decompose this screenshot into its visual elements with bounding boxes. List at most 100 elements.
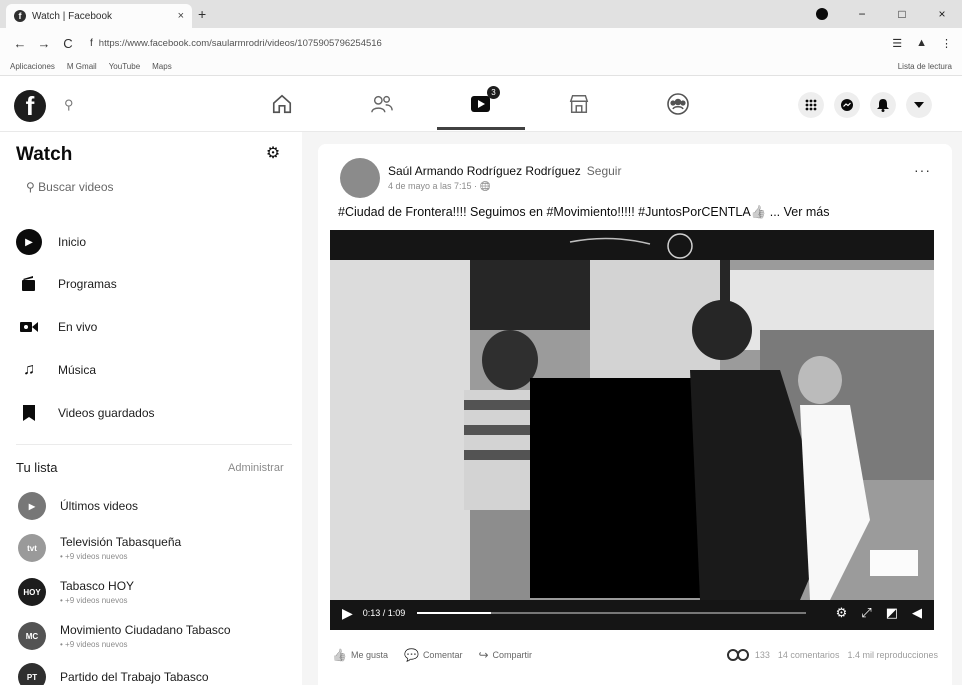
comments-count[interactable]: 14 comentarios (778, 650, 840, 660)
back-button[interactable]: ← (10, 36, 30, 51)
sidebar-item-inicio[interactable]: ▶ Inicio (16, 224, 86, 260)
home-icon[interactable] (268, 90, 296, 118)
reactions-icon[interactable] (726, 649, 749, 661)
url-text: https://www.facebook.com/saularmrodri/vi… (98, 37, 382, 49)
like-button[interactable]: 👍 Me gusta (332, 648, 388, 662)
sidebar-item-label: Videos guardados (58, 406, 155, 420)
sidebar-divider (16, 444, 292, 445)
messenger-icon[interactable] (834, 92, 860, 118)
live-icon (16, 314, 42, 340)
sidebar-item-label: Programas (58, 277, 117, 291)
search-icon[interactable]: ⚲ (64, 97, 74, 113)
reading-mode-icon[interactable]: ☰ (892, 37, 902, 50)
reading-list[interactable]: Lista de lectura (898, 62, 952, 71)
watch-feed: Saúl Armando Rodríguez Rodríguez Seguir 4… (302, 132, 962, 685)
post-date[interactable]: 4 de mayo a las 7:15 · 🌐 (388, 181, 491, 192)
bookmark-youtube[interactable]: YouTube (109, 62, 140, 71)
watch-home-icon: ▶ (16, 229, 42, 255)
notifications-bell-icon[interactable] (870, 92, 896, 118)
extensions-icon[interactable]: ▲ (916, 37, 927, 50)
post-author[interactable]: Saúl Armando Rodríguez Rodríguez (388, 164, 581, 178)
gear-icon[interactable]: ⚙ (262, 143, 284, 165)
watch-badge: 3 (487, 86, 500, 99)
address-bar: ← → C f https://www.facebook.com/saularm… (0, 28, 962, 58)
minimize-button[interactable]: − (842, 7, 882, 21)
more-options-icon[interactable]: ··· (914, 162, 931, 178)
sidebar-item-label: Música (58, 363, 97, 377)
list-item-sub: • +9 videos nuevos (60, 596, 128, 605)
volume-icon[interactable]: ◀ (912, 605, 922, 621)
active-tab-indicator (437, 127, 525, 130)
list-item-movimiento-ciudadano[interactable]: MC Movimiento Ciudadano Tabasco • +9 vid… (18, 622, 231, 650)
share-button[interactable]: ↪ Compartir (478, 648, 532, 662)
video-progress-fill (417, 612, 492, 614)
search-videos-input[interactable]: ⚲ Buscar videos (26, 180, 114, 194)
list-item-name: Partido del Trabajo Tabasco (60, 670, 209, 684)
music-icon: ♫ (23, 361, 35, 378)
bookmark-apps[interactable]: Aplicaciones (10, 62, 55, 71)
video-player[interactable]: ▶ 0:13 / 1:09 ⚙ ⤢ ◩ ◀ (330, 230, 934, 630)
new-tab-button[interactable]: + (198, 6, 206, 22)
sidebar-item-en-vivo[interactable]: En vivo (16, 309, 97, 345)
facebook-favicon-icon: f (14, 10, 26, 22)
close-window-button[interactable]: × (922, 7, 962, 21)
list-item-ultimos-videos[interactable]: ▶ Últimos videos (18, 492, 138, 520)
bookmarks-bar: Aplicaciones M Gmail YouTube Maps Lista … (0, 58, 962, 76)
list-heading: Tu lista (16, 460, 58, 475)
video-post: Saúl Armando Rodríguez Rodríguez Seguir 4… (318, 144, 952, 685)
post-author-line: Saúl Armando Rodríguez Rodríguez Seguir (388, 164, 621, 178)
bookmark-maps[interactable]: Maps (152, 62, 172, 71)
bookmark-gmail[interactable]: M Gmail (67, 62, 97, 71)
sidebar-item-musica[interactable]: ♫ Música (16, 352, 96, 388)
sidebar-item-programas[interactable]: Programas (16, 266, 117, 302)
latest-videos-icon: ▶ (18, 492, 46, 520)
site-info-icon[interactable]: f (90, 38, 93, 49)
friends-icon[interactable] (368, 90, 396, 118)
follow-button[interactable]: Seguir (587, 164, 622, 178)
video-progress-bar[interactable] (417, 612, 806, 614)
menu-grid-icon[interactable] (798, 92, 824, 118)
list-item-name: Últimos videos (60, 499, 139, 513)
tab-close-icon[interactable]: × (178, 10, 184, 22)
list-item-television-tabasquena[interactable]: tvt Televisión Tabasqueña • +9 videos nu… (18, 534, 181, 562)
post-actions: 👍 Me gusta 💬 Comentar ↪ Compartir 133 14 co… (332, 640, 938, 670)
facebook-logo[interactable]: f (14, 90, 46, 122)
list-item-name: Televisión Tabasqueña (60, 535, 182, 549)
search-icon: ⚲ (26, 180, 35, 194)
forward-button[interactable]: → (34, 36, 54, 51)
account-menu-chevron-icon[interactable] (906, 92, 932, 118)
settings-gear-icon[interactable]: ⚙ (836, 605, 848, 621)
avatar[interactable] (340, 158, 380, 198)
comment-icon: 💬 (403, 648, 419, 662)
list-item-tabasco-hoy[interactable]: HOY Tabasco HOY • +9 videos nuevos (18, 578, 134, 606)
play-icon[interactable]: ▶ (342, 605, 353, 622)
watch-sidebar: Watch ⚙ ⚲ Buscar videos ▶ Inicio Program… (0, 132, 302, 685)
list-item-sub: • +9 videos nuevos (60, 552, 128, 561)
reactions-count[interactable]: 133 (755, 650, 770, 660)
video-frame (330, 230, 934, 630)
list-item-sub: • +9 videos nuevos (60, 640, 128, 649)
list-item-name: Tabasco HOY (60, 579, 135, 593)
miniplayer-icon[interactable]: ◩ (886, 605, 898, 621)
browser-tab[interactable]: f Watch | Facebook × (6, 4, 192, 28)
groups-icon[interactable] (664, 90, 692, 118)
maximize-button[interactable]: □ (882, 7, 922, 21)
reload-button[interactable]: C (58, 36, 78, 51)
video-controls: ▶ 0:13 / 1:09 ⚙ ⤢ ◩ ◀ (330, 596, 934, 630)
avatar: PT (18, 663, 46, 685)
facebook-top-nav: f ⚲ 3 (0, 76, 962, 132)
sidebar-title: Watch (16, 144, 73, 165)
fullscreen-icon[interactable]: ⤢ (861, 605, 871, 621)
thumbs-up-icon: 👍 (332, 648, 347, 662)
browser-menu-icon[interactable]: ⋮ (941, 37, 952, 50)
list-item-partido-del-trabajo[interactable]: PT Partido del Trabajo Tabasco (18, 663, 209, 685)
video-time: 0:13 / 1:09 (362, 608, 406, 618)
watch-icon[interactable]: 3 (468, 86, 500, 118)
comment-button[interactable]: 💬 Comentar (404, 648, 462, 662)
profile-icon[interactable] (816, 8, 828, 20)
views-count: 1.4 mil reproducciones (847, 650, 938, 660)
manage-link[interactable]: Administrar (228, 462, 284, 474)
url-field[interactable]: f https://www.facebook.com/saularmrodri/… (82, 32, 892, 54)
sidebar-item-videos-guardados[interactable]: Videos guardados (16, 395, 155, 431)
marketplace-icon[interactable] (565, 90, 593, 118)
